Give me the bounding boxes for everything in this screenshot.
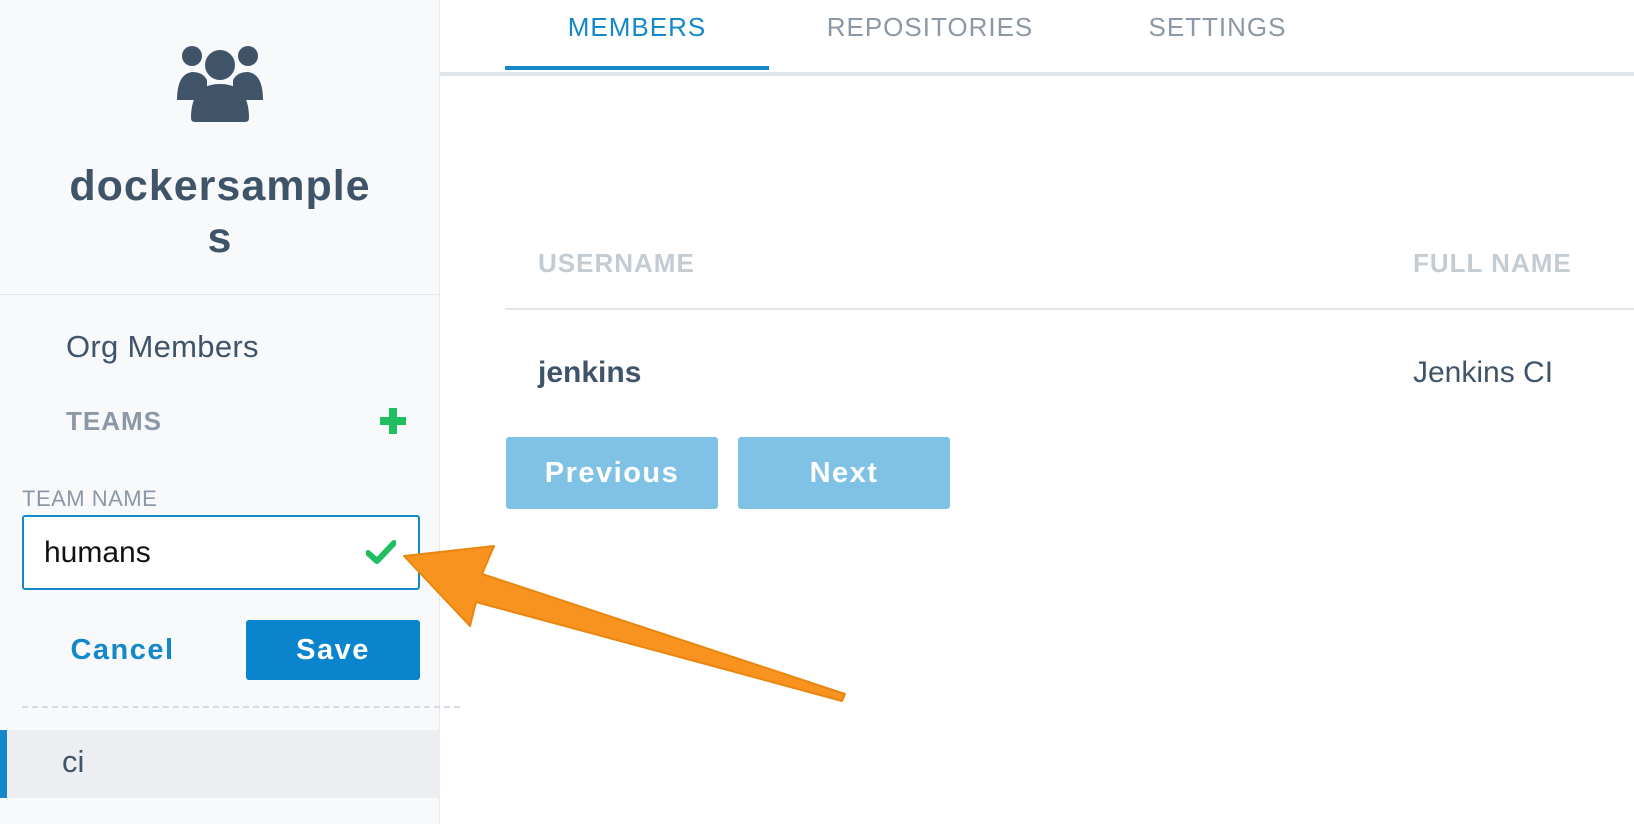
tab-settings[interactable]: SETTINGS [1130, 12, 1305, 72]
dashed-divider [22, 706, 460, 708]
team-name-input[interactable] [24, 517, 354, 588]
cancel-button[interactable]: Cancel [60, 620, 185, 680]
users-group-icon [177, 46, 263, 122]
teams-heading: TEAMS [66, 406, 162, 436]
sidebar-divider [0, 294, 440, 295]
org-name: dockersamples [69, 162, 371, 262]
team-label: ci [62, 744, 85, 779]
column-header-full-name: FULL NAME [1413, 248, 1572, 278]
selected-indicator [0, 730, 7, 798]
cell-username[interactable]: jenkins [538, 356, 641, 390]
column-header-username: USERNAME [538, 248, 695, 278]
nav-org-members[interactable]: Org Members [66, 329, 259, 365]
cell-full-name: Jenkins CI [1413, 356, 1554, 389]
plus-icon[interactable] [378, 406, 408, 436]
team-name-label: TEAM NAME [22, 486, 158, 511]
team-name-field [22, 515, 420, 590]
previous-button[interactable]: Previous [506, 437, 718, 509]
next-button[interactable]: Next [738, 437, 950, 509]
check-icon [366, 540, 396, 564]
tab-members[interactable]: MEMBERS [505, 12, 769, 72]
sidebar: dockersamples Org Members TEAMS TEAM NAM… [0, 0, 460, 824]
sidebar-item-team-ci[interactable]: ci [0, 730, 440, 798]
table-divider [505, 308, 1634, 310]
tab-repositories[interactable]: REPOSITORIES [810, 12, 1050, 72]
save-button[interactable]: Save [246, 620, 420, 680]
active-tab-underline [505, 66, 769, 70]
